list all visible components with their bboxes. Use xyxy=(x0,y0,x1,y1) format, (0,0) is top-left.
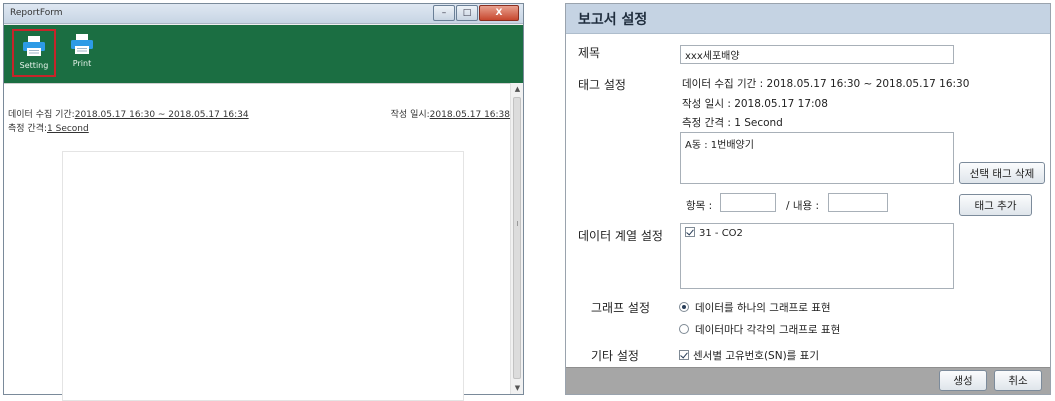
scroll-up-icon[interactable]: ▲ xyxy=(511,83,524,95)
minimize-button[interactable]: – xyxy=(433,5,455,21)
graph-option-single[interactable]: 데이터를 하나의 그래프로 표현 xyxy=(679,300,831,315)
series-list[interactable]: 31 - CO2 xyxy=(680,223,954,289)
tag-settings-label: 태그 설정 xyxy=(578,78,626,92)
measure-interval-label: 측정 간격: xyxy=(8,124,48,134)
printer-icon xyxy=(23,36,45,56)
vertical-scrollbar[interactable]: ▲ ▼ xyxy=(510,83,523,394)
print-label: Print xyxy=(72,59,92,68)
report-page xyxy=(62,151,464,401)
cancel-button[interactable]: 취소 xyxy=(994,370,1042,391)
window-controls: – □ X xyxy=(433,5,519,21)
content-label: / 내용 : xyxy=(786,200,820,212)
content-input[interactable] xyxy=(828,193,888,212)
graph-settings-label: 그래프 설정 xyxy=(591,301,651,315)
tag-collect-period: 데이터 수집 기간 : 2018.05.17 16:30 ~ 2018.05.1… xyxy=(682,78,970,90)
sensor-sn-label: 센서별 고유번호(SN)를 표기 xyxy=(693,350,819,362)
scroll-thumb[interactable] xyxy=(513,97,521,379)
report-titlebar: ReportForm – □ X xyxy=(4,4,523,24)
sensor-sn-option[interactable]: 센서별 고유번호(SN)를 표기 xyxy=(679,348,819,363)
close-button[interactable]: X xyxy=(479,5,519,21)
series-settings-label: 데이터 계열 설정 xyxy=(578,229,663,243)
tag-measure-interval: 측정 간격 : 1 Second xyxy=(682,117,783,129)
list-item[interactable]: 31 - CO2 xyxy=(685,227,949,239)
series-checkbox[interactable] xyxy=(685,227,695,237)
add-tag-button[interactable]: 태그 추가 xyxy=(959,194,1032,216)
setting-button[interactable]: Setting xyxy=(12,29,56,77)
dialog-title: 보고서 설정 xyxy=(566,4,1050,34)
report-preview: 데이터 수집 기간:2018.05.17 16:30 ~ 2018.05.17 … xyxy=(4,83,510,401)
written-datetime: 작성 일시:2018.05.17 16:38 xyxy=(391,107,510,120)
report-settings-dialog: 보고서 설정 제목 태그 설정 데이터 수집 기간 : 2018.05.17 1… xyxy=(565,3,1051,395)
sensor-sn-checkbox[interactable] xyxy=(679,350,689,360)
graph-option-single-label: 데이터를 하나의 그래프로 표현 xyxy=(695,302,831,314)
report-form-window: ReportForm – □ X Setting Print 데이터 수집 기간… xyxy=(3,3,524,401)
written-datetime-label: 작성 일시: xyxy=(390,110,430,120)
collect-period: 데이터 수집 기간:2018.05.17 16:30 ~ 2018.05.17 … xyxy=(8,107,249,120)
window-title: ReportForm xyxy=(10,8,63,18)
collect-period-label: 데이터 수집 기간: xyxy=(8,110,75,120)
minimize-icon: – xyxy=(441,7,447,18)
title-input[interactable] xyxy=(680,45,954,64)
title-field-label: 제목 xyxy=(578,46,601,60)
delete-selected-tag-button[interactable]: 선택 태그 삭제 xyxy=(959,162,1045,184)
tag-list[interactable]: A동 : 1번배양기 xyxy=(680,132,954,184)
item-label: 항목 : xyxy=(686,200,713,212)
dialog-footer: 생성 취소 xyxy=(566,367,1050,394)
other-settings-label: 기타 설정 xyxy=(591,349,639,363)
item-input[interactable] xyxy=(720,193,776,212)
graph-option-each[interactable]: 데이터마다 각각의 그래프로 표현 xyxy=(679,322,840,337)
maximize-button[interactable]: □ xyxy=(456,5,478,21)
radio-single[interactable] xyxy=(679,302,689,312)
close-icon: X xyxy=(495,7,503,18)
maximize-icon: □ xyxy=(462,7,472,18)
grip-icon xyxy=(517,221,519,226)
scroll-down-icon[interactable]: ▼ xyxy=(511,382,524,394)
report-toolbar: Setting Print xyxy=(4,25,523,83)
printer-icon xyxy=(71,34,93,54)
measure-interval: 측정 간격:1 Second xyxy=(8,121,89,134)
collect-period-value: 2018.05.17 16:30 ~ 2018.05.17 16:34 xyxy=(74,110,249,120)
create-button[interactable]: 생성 xyxy=(939,370,987,391)
measure-interval-value: 1 Second xyxy=(47,124,89,134)
series-item-label: 31 - CO2 xyxy=(699,228,743,239)
setting-label: Setting xyxy=(19,61,49,70)
radio-each[interactable] xyxy=(679,324,689,334)
graph-option-each-label: 데이터마다 각각의 그래프로 표현 xyxy=(695,324,841,336)
print-button[interactable]: Print xyxy=(60,29,104,77)
tag-written-datetime: 작성 일시 : 2018.05.17 17:08 xyxy=(682,98,828,110)
list-item[interactable]: A동 : 1번배양기 xyxy=(685,136,949,151)
written-datetime-value: 2018.05.17 16:38 xyxy=(429,110,510,120)
